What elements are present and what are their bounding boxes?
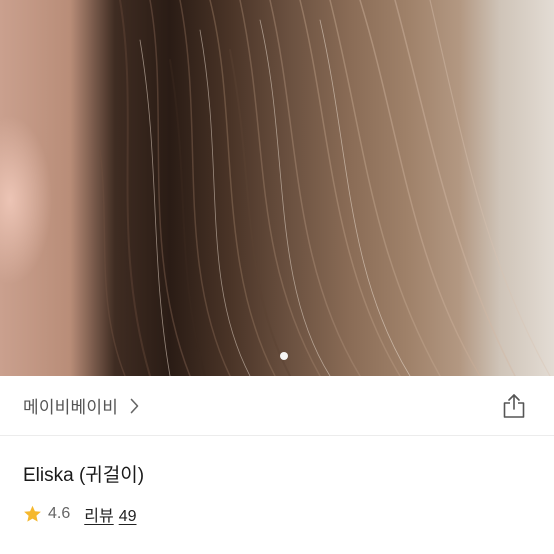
chevron-right-icon — [130, 398, 139, 414]
brand-bar: 메이비베이비 — [0, 376, 554, 436]
review-link[interactable]: 리뷰 49 — [84, 502, 136, 526]
rating-score: 4.6 — [48, 505, 71, 522]
rating-row: 4.6 리뷰 49 — [23, 502, 137, 526]
hair-photo — [99, 0, 551, 376]
review-count: 49 — [118, 508, 137, 525]
carousel-page-indicator[interactable] — [280, 352, 288, 360]
product-image-carousel[interactable] — [0, 0, 554, 376]
brand-name: 메이비베이비 — [23, 398, 119, 417]
star-icon — [23, 505, 42, 523]
share-icon[interactable] — [502, 393, 526, 419]
product-title: Eliska (귀걸이) — [23, 465, 145, 486]
review-label: 리뷰 — [84, 508, 114, 525]
brand-link[interactable]: 메이비베이비 — [23, 393, 139, 418]
